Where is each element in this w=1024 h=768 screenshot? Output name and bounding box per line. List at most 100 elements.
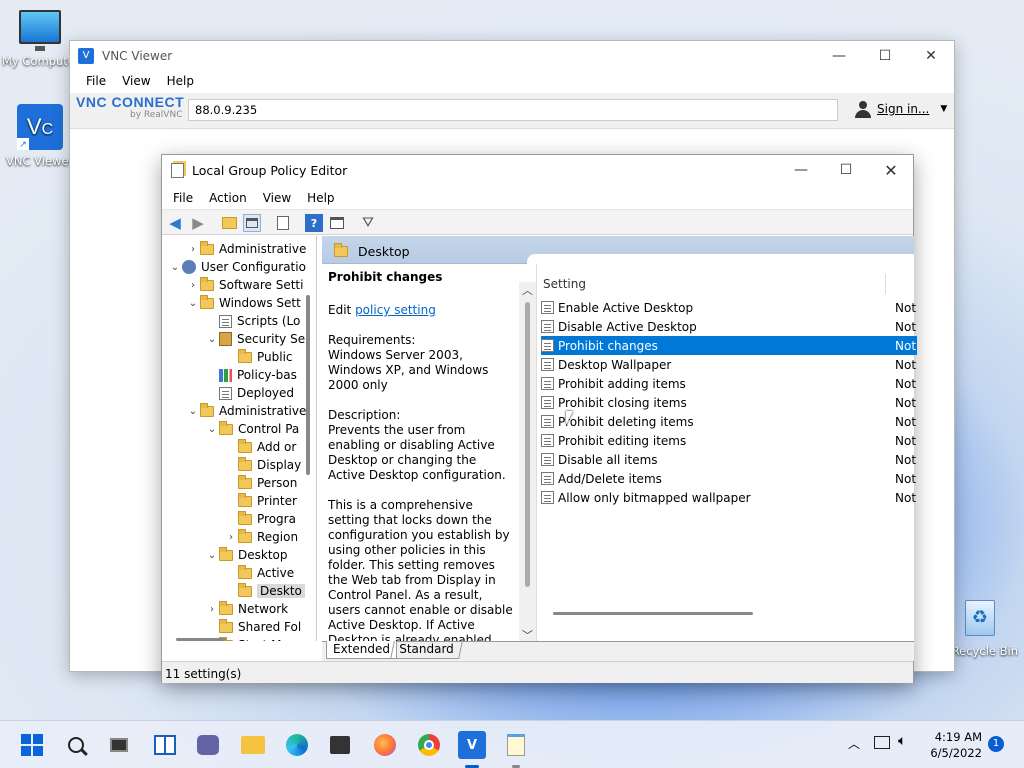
notepad-icon[interactable] — [502, 731, 530, 759]
store-icon[interactable] — [326, 731, 354, 759]
notification-badge[interactable]: 1 — [988, 736, 1004, 752]
menu-help[interactable]: Help — [159, 71, 202, 93]
desktop-icon-my-computer[interactable]: My Computer — [0, 10, 80, 68]
tree-item[interactable]: › Region — [224, 528, 298, 546]
tree-hscroll-thumb[interactable] — [176, 638, 226, 641]
tree-item[interactable]: Deskto — [224, 582, 305, 600]
tree-item[interactable]: ⌄ Windows Sett — [186, 294, 301, 312]
setting-row[interactable]: Disable all items Not — [541, 450, 917, 469]
menu-help[interactable]: Help — [299, 188, 342, 209]
tree-item[interactable]: › Administrative — [186, 240, 306, 258]
show-hidden-icons-chevron-up-icon[interactable]: ︿ — [848, 735, 860, 752]
volume-icon[interactable]: 🔈︎ — [898, 733, 906, 749]
menu-view[interactable]: View — [255, 188, 299, 209]
tree-item[interactable]: Policy-bas — [205, 366, 297, 384]
chevron-down-icon[interactable]: ⌄ — [186, 298, 200, 309]
folder-icon — [200, 402, 214, 417]
chevron-down-icon[interactable]: ⌄ — [205, 334, 219, 345]
tree-item[interactable]: Progra — [224, 510, 296, 528]
menu-file[interactable]: File — [165, 188, 201, 209]
chevron-right-icon[interactable]: › — [186, 280, 200, 291]
tree-item[interactable]: Person — [224, 474, 297, 492]
tree-item[interactable]: Shared Fol — [205, 618, 301, 636]
export-list-icon[interactable] — [274, 214, 292, 232]
tree-item[interactable]: Active — [224, 564, 294, 582]
folder-header-title: Desktop — [358, 244, 410, 259]
tree-item[interactable]: › Software Setti — [186, 276, 303, 294]
menu-action[interactable]: Action — [201, 188, 255, 209]
tree-item[interactable]: Public — [224, 348, 293, 366]
policy-setting-link[interactable]: policy setting — [355, 303, 436, 317]
list-header-setting[interactable]: Setting — [543, 277, 586, 291]
tree-vscroll-thumb[interactable] — [306, 295, 310, 475]
tree-item[interactable]: Deployed — [205, 384, 294, 402]
sign-in-button[interactable]: Sign in... ▼ — [854, 100, 947, 118]
network-icon[interactable] — [874, 736, 890, 749]
scroll-up-icon[interactable]: ︿ — [522, 282, 533, 298]
chevron-right-icon[interactable]: › — [186, 244, 200, 255]
firefox-icon[interactable] — [371, 731, 399, 759]
setting-row[interactable]: Allow only bitmapped wallpaper Not — [541, 488, 917, 507]
scroll-thumb[interactable] — [525, 302, 530, 587]
setting-row[interactable]: Prohibit deleting items Not — [541, 412, 917, 431]
list-hscroll-thumb[interactable] — [553, 612, 753, 615]
clock[interactable]: 4:19 AM 6/5/2022 — [924, 729, 982, 761]
show-hide-tree-icon[interactable] — [243, 214, 261, 232]
menu-file[interactable]: File — [78, 71, 114, 93]
setting-row[interactable]: Prohibit editing items Not — [541, 431, 917, 450]
tree-item[interactable]: ⌄ Security Se — [205, 330, 305, 348]
widgets-icon[interactable] — [151, 731, 179, 759]
chevron-right-icon[interactable]: › — [205, 604, 219, 615]
description-more-text: This is a comprehensive setting that loc… — [328, 498, 513, 641]
forward-arrow-icon[interactable]: ▶ — [189, 214, 207, 232]
up-folder-icon[interactable] — [220, 214, 238, 232]
menu-view[interactable]: View — [114, 71, 158, 93]
close-button[interactable]: ✕ — [908, 41, 954, 71]
setting-row[interactable]: Disable Active Desktop Not — [541, 317, 917, 336]
edge-browser-icon[interactable] — [283, 731, 311, 759]
maximize-button[interactable]: ☐ — [862, 41, 908, 71]
task-view-icon[interactable] — [105, 731, 133, 759]
tab-extended[interactable]: Extended — [326, 641, 397, 659]
tree-item[interactable]: Display — [224, 456, 301, 474]
tree-item[interactable]: ⌄ Administrative — [186, 402, 306, 420]
chevron-down-icon[interactable]: ⌄ — [186, 406, 200, 417]
chevron-right-icon[interactable]: › — [224, 532, 238, 543]
tree-item[interactable]: ⌄ Control Pa — [205, 420, 299, 438]
chevron-down-icon[interactable]: ⌄ — [168, 262, 182, 273]
chrome-icon[interactable] — [415, 731, 443, 759]
teams-chat-icon[interactable] — [194, 731, 222, 759]
setting-row[interactable]: Desktop Wallpaper Not — [541, 355, 917, 374]
maximize-button[interactable]: ☐ — [823, 155, 869, 185]
tree-item-label: Active — [257, 566, 295, 580]
desktop-icon-vnc-viewer[interactable]: VC ↗ VNC Viewer — [0, 104, 80, 168]
back-arrow-icon[interactable]: ◀ — [166, 214, 184, 232]
properties-icon[interactable] — [328, 214, 346, 232]
vnc-viewer-taskbar-icon[interactable]: V — [458, 731, 486, 759]
tree-item[interactable]: ⌄ Desktop — [205, 546, 288, 564]
filter-icon[interactable]: ⛛ — [359, 214, 377, 232]
setting-row[interactable]: Prohibit closing items Not — [541, 393, 917, 412]
tree-item[interactable]: Printer — [224, 492, 297, 510]
minimize-button[interactable]: — — [816, 41, 862, 71]
tree-item[interactable]: Scripts (Lo — [205, 312, 300, 330]
start-button[interactable] — [18, 731, 46, 759]
tree-item[interactable]: › Network — [205, 600, 288, 618]
address-input[interactable]: 88.0.9.235 — [188, 99, 838, 121]
minimize-button[interactable]: — — [778, 155, 824, 185]
close-button[interactable]: ✕ — [868, 155, 914, 185]
setting-row[interactable]: Prohibit changes Not — [541, 336, 917, 355]
setting-row[interactable]: Prohibit adding items Not — [541, 374, 917, 393]
setting-row[interactable]: Add/Delete items Not — [541, 469, 917, 488]
help-icon[interactable]: ? — [305, 214, 323, 232]
setting-row[interactable]: Enable Active Desktop Not — [541, 298, 917, 317]
description-scrollbar[interactable]: ︿ ﹀ — [519, 282, 536, 642]
setting-name: Disable all items — [558, 452, 658, 467]
tab-standard[interactable]: Standard — [390, 641, 463, 659]
file-explorer-icon[interactable] — [239, 731, 267, 759]
chevron-down-icon[interactable]: ⌄ — [205, 424, 219, 435]
tree-item[interactable]: Add or — [224, 438, 296, 456]
tree-item[interactable]: ⌄ User Configuratio — [168, 258, 306, 276]
search-icon[interactable] — [62, 731, 90, 759]
chevron-down-icon[interactable]: ⌄ — [205, 550, 219, 561]
